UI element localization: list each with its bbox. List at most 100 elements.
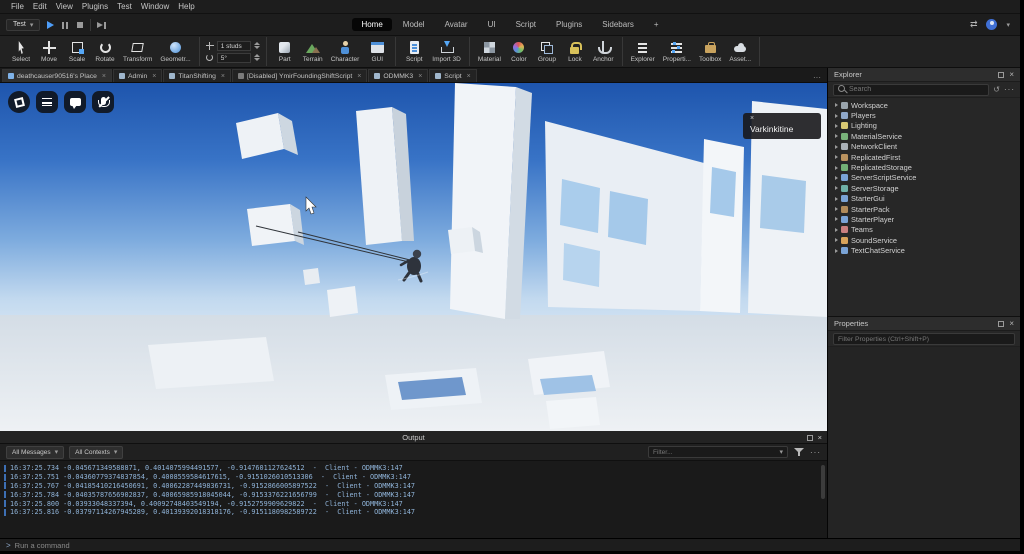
explorer-item[interactable]: TextChatService xyxy=(828,245,1020,255)
document-tab[interactable]: [Disabled] YmirFoundingShiftScript × xyxy=(231,69,368,82)
explorer-item[interactable]: Players xyxy=(828,110,1020,120)
roblox-menu-button[interactable] xyxy=(8,91,30,113)
close-panel-icon[interactable]: × xyxy=(1009,70,1014,79)
expand-caret-icon[interactable] xyxy=(835,175,838,180)
toolbar-tool[interactable]: Transform xyxy=(119,37,156,66)
expand-caret-icon[interactable] xyxy=(835,196,838,201)
command-input[interactable] xyxy=(14,540,1014,550)
output-scrollbar[interactable] xyxy=(821,465,825,499)
explorer-titlebar[interactable]: Explorer × xyxy=(828,68,1020,82)
menu-item[interactable]: View xyxy=(52,1,77,12)
explorer-menu-icon[interactable]: ··· xyxy=(1004,85,1015,94)
tab-overflow-icon[interactable]: ··· xyxy=(807,73,827,82)
document-tab[interactable]: Script × xyxy=(429,69,477,82)
step-button[interactable] xyxy=(96,20,106,30)
toolbar-tool[interactable]: Rotate xyxy=(91,37,119,66)
expand-caret-icon[interactable] xyxy=(835,165,838,170)
test-mode-dropdown[interactable]: Test ▾ xyxy=(6,18,41,31)
tab-close-icon[interactable]: × xyxy=(102,73,106,80)
chevron-down-icon[interactable]: ▾ xyxy=(1006,21,1010,29)
menu-item[interactable]: Test xyxy=(113,1,136,12)
tab-close-icon[interactable]: × xyxy=(152,73,156,80)
output-menu-icon[interactable]: ··· xyxy=(810,448,821,457)
toolbar-tool[interactable]: Part xyxy=(271,37,299,66)
pause-button[interactable] xyxy=(60,20,70,30)
explorer-item[interactable]: StarterPlayer xyxy=(828,214,1020,224)
document-tab[interactable]: TitanShifting × xyxy=(163,69,231,82)
chat-button[interactable] xyxy=(64,91,86,113)
output-titlebar[interactable]: Output × xyxy=(0,431,827,444)
move-snap-stepper[interactable] xyxy=(253,42,260,49)
explorer-item[interactable]: ServerStorage xyxy=(828,183,1020,193)
explorer-item[interactable]: SoundService xyxy=(828,235,1020,245)
expand-caret-icon[interactable] xyxy=(835,238,838,243)
toolbar-tool[interactable]: Toolbox xyxy=(695,37,725,66)
expand-caret-icon[interactable] xyxy=(835,248,838,253)
menu-item[interactable]: Help xyxy=(174,1,198,12)
explorer-item[interactable]: Lighting xyxy=(828,121,1020,131)
expand-caret-icon[interactable] xyxy=(835,155,838,160)
toolbar-tool[interactable]: Group xyxy=(533,37,561,66)
float-panel-icon[interactable] xyxy=(998,320,1005,327)
explorer-search-box[interactable] xyxy=(833,83,990,96)
expand-caret-icon[interactable] xyxy=(835,123,838,128)
explorer-search-input[interactable] xyxy=(849,86,985,93)
properties-titlebar[interactable]: Properties × xyxy=(828,317,1020,331)
toolbar-tool[interactable]: Material xyxy=(474,37,505,66)
mic-button[interactable] xyxy=(92,91,114,113)
explorer-item[interactable]: ServerScriptService xyxy=(828,173,1020,183)
close-panel-icon[interactable]: × xyxy=(818,433,822,442)
float-panel-icon[interactable] xyxy=(806,434,813,441)
toolbar-tool[interactable]: Import 3D xyxy=(428,37,465,66)
tab-close-icon[interactable]: × xyxy=(418,73,422,80)
toolbar-tool[interactable]: Scale xyxy=(63,37,91,66)
toolbar-tool[interactable]: Explorer xyxy=(627,37,659,66)
close-panel-icon[interactable]: × xyxy=(1009,319,1014,328)
toolbar-tool[interactable]: Lock xyxy=(561,37,589,66)
funnel-filter-icon[interactable] xyxy=(794,447,804,457)
explorer-item[interactable]: StarterPack xyxy=(828,204,1020,214)
toolbar-tool[interactable]: Asset... xyxy=(725,37,755,66)
expand-caret-icon[interactable] xyxy=(835,134,838,139)
float-panel-icon[interactable] xyxy=(998,71,1005,78)
toolbar-tool[interactable]: Properti... xyxy=(659,37,695,66)
expand-caret-icon[interactable] xyxy=(835,144,838,149)
explorer-item[interactable]: ReplicatedFirst xyxy=(828,152,1020,162)
properties-filter-input[interactable] xyxy=(838,335,1010,343)
rotate-snap-stepper[interactable] xyxy=(253,54,260,61)
output-filter-input[interactable] xyxy=(653,448,780,456)
tooltip-close-icon[interactable]: × xyxy=(750,115,811,123)
hamburger-menu-button[interactable] xyxy=(36,91,58,113)
menu-item[interactable]: Plugins xyxy=(78,1,112,12)
document-tab[interactable]: Admin × xyxy=(113,69,163,82)
stop-button[interactable] xyxy=(75,20,85,30)
expand-caret-icon[interactable] xyxy=(835,227,838,232)
toolbar-tool[interactable]: GUI xyxy=(363,37,391,66)
toolbar-tool[interactable]: Character xyxy=(327,37,364,66)
document-tab[interactable]: deathcauser90516's Place × xyxy=(2,69,112,82)
toolbar-tool[interactable]: Move xyxy=(35,37,63,66)
document-tab[interactable]: ODMMK3 × xyxy=(368,69,429,82)
rotate-snap-value[interactable]: 5° xyxy=(216,52,251,63)
ribbon-tab[interactable]: UI xyxy=(479,18,505,31)
ribbon-tab[interactable]: Sidebars xyxy=(593,18,643,31)
expand-caret-icon[interactable] xyxy=(835,217,838,222)
expand-caret-icon[interactable] xyxy=(835,186,838,191)
expand-caret-icon[interactable] xyxy=(835,103,838,108)
expand-caret-icon[interactable] xyxy=(835,113,838,118)
ribbon-tab[interactable]: Script xyxy=(507,18,545,31)
toolbar-tool[interactable]: Geometr... xyxy=(156,37,194,66)
tab-close-icon[interactable]: × xyxy=(221,73,225,80)
menu-item[interactable]: Edit xyxy=(29,1,51,12)
menu-item[interactable]: Window xyxy=(137,1,173,12)
toolbar-tool[interactable]: Script xyxy=(400,37,428,66)
toolbar-tool[interactable]: Select xyxy=(7,37,35,66)
output-filter-box[interactable]: ▾ xyxy=(648,446,788,458)
explorer-item[interactable]: NetworkClient xyxy=(828,142,1020,152)
chevron-down-icon[interactable]: ▾ xyxy=(779,448,783,456)
history-icon[interactable]: ↺ xyxy=(993,85,1000,94)
ribbon-tab[interactable]: Home xyxy=(352,18,392,31)
menu-item[interactable]: File xyxy=(7,1,28,12)
toolbar-tool[interactable]: Terrain xyxy=(299,37,327,66)
contexts-filter-dropdown[interactable]: All Contexts ▾ xyxy=(69,445,124,459)
